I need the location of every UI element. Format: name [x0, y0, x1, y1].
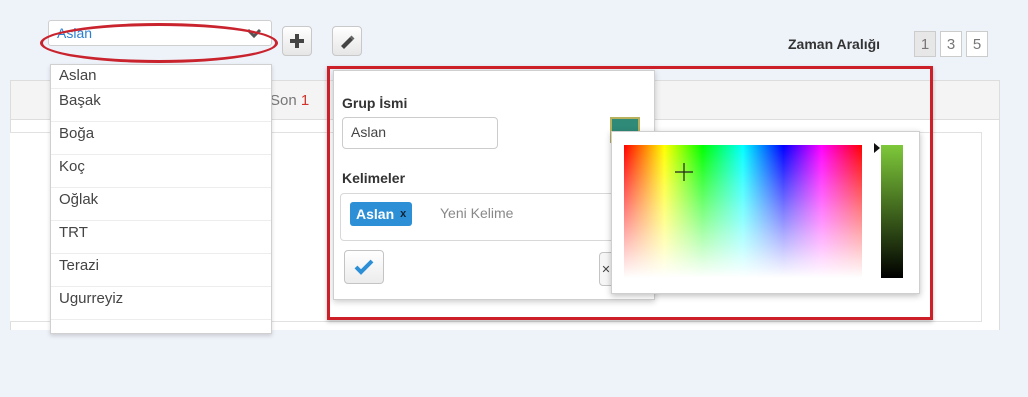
pencil-icon: [341, 35, 355, 49]
son-prefix: Son: [270, 92, 297, 109]
highlight-box: [327, 66, 933, 320]
list-item[interactable]: Boğa: [51, 122, 271, 155]
list-item[interactable]: TRT: [51, 221, 271, 254]
list-item[interactable]: Terazi: [51, 254, 271, 287]
list-item[interactable]: Koç: [51, 155, 271, 188]
list-item[interactable]: Başak: [51, 89, 271, 122]
plus-icon: [290, 34, 304, 48]
list-item[interactable]: Oğlak: [51, 188, 271, 221]
range-option-3[interactable]: 3: [940, 31, 962, 57]
list-item[interactable]: Aslan: [51, 65, 271, 89]
add-group-button[interactable]: [282, 26, 312, 56]
edit-group-button[interactable]: [332, 26, 362, 56]
list-item[interactable]: Ugurreyiz: [51, 287, 271, 320]
time-range-label: Zaman Aralığı: [788, 36, 881, 52]
son-label: Son 1: [270, 92, 309, 109]
group-dropdown-list: Aslan Başak Boğa Koç Oğlak TRT Terazi Ug…: [50, 64, 272, 334]
range-option-5[interactable]: 5: [966, 31, 988, 57]
son-number: 1: [300, 92, 310, 109]
range-option-1[interactable]: 1: [914, 31, 936, 57]
highlight-ellipse: [40, 23, 278, 63]
